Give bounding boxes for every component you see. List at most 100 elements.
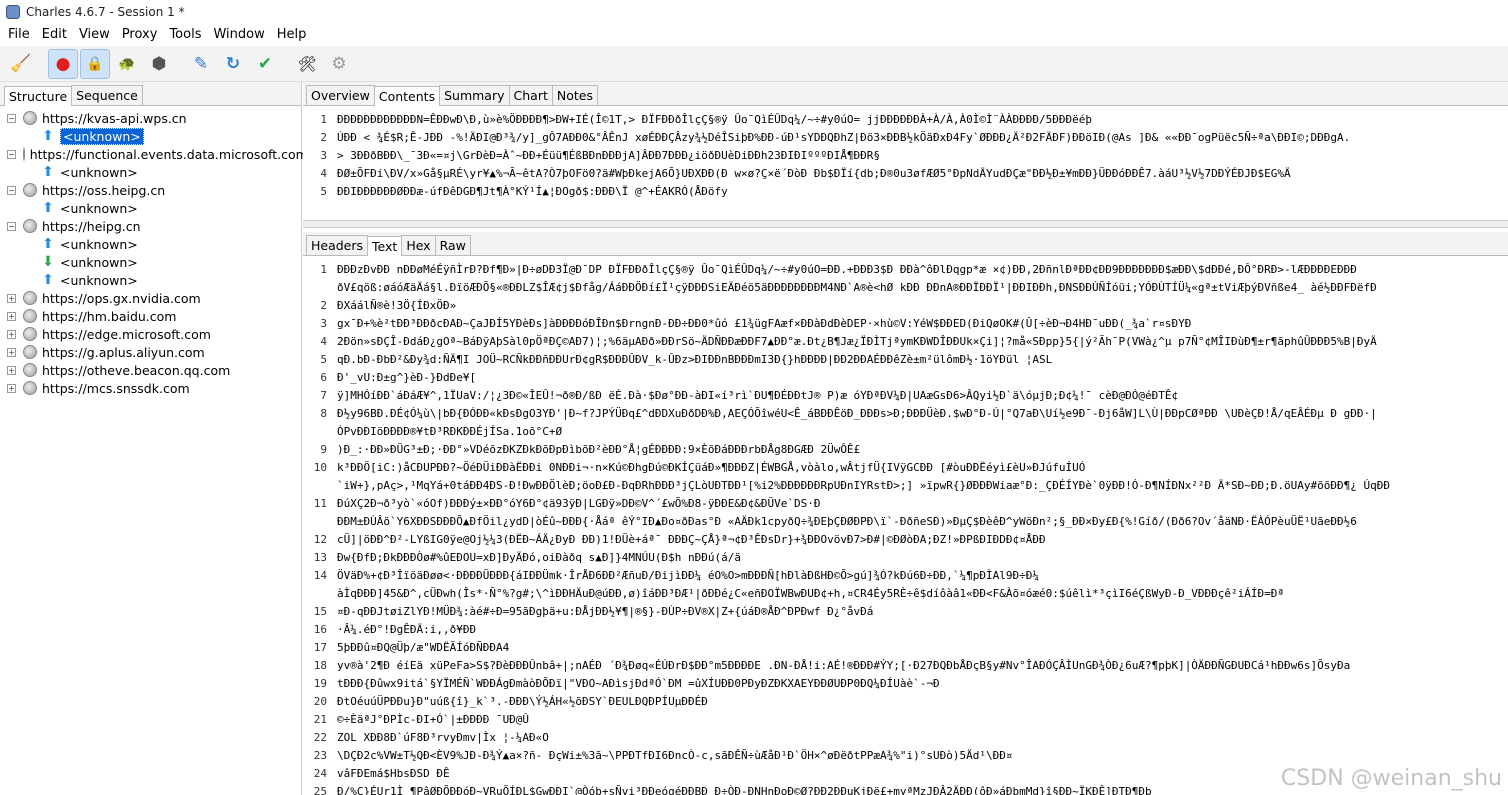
tab-structure[interactable]: Structure <box>4 86 73 106</box>
record-button[interactable]: ● <box>48 48 78 79</box>
menu-view[interactable]: View <box>73 24 116 46</box>
upload-arrow-icon: ⬆ <box>42 236 54 252</box>
tree-host-row[interactable]: + https://ops.gx.nvidia.com <box>0 289 301 307</box>
tree-host-row[interactable]: + https://edge.microsoft.com <box>0 325 301 343</box>
tab-raw[interactable]: Raw <box>434 235 471 255</box>
settings-button[interactable]: ⚙ <box>324 49 354 79</box>
line-text: ÐtOéuúÜPÐÐu}Ð"uúß{î}_k`³.-ÐÐÐ\Ý½ÁH«½õÐSY… <box>337 694 708 708</box>
tab-hex[interactable]: Hex <box>401 235 436 255</box>
line-text: ©÷ÈäªJ°ÐPÌc-ÐI+Ó`|±ÐÐÐÐ ¯UÐ@Û <box>337 712 530 726</box>
tree-host-row[interactable]: − https://kvas-api.wps.cn <box>0 109 301 127</box>
tree-host-row[interactable]: + https://otheve.beacon.qq.com <box>0 361 301 379</box>
expand-icon[interactable]: + <box>7 347 16 357</box>
ssl-proxy-button[interactable]: 🔒 <box>80 48 110 79</box>
turtle-icon: 🐢 <box>118 55 136 72</box>
toolbar: 🧹 ● 🔒 🐢 ⬢ ✎ ↻ ✔ 🛠 ⚙ <box>0 46 1508 82</box>
tree-request-row[interactable]: ⬆ <unknown> <box>0 235 301 253</box>
globe-icon <box>23 219 37 233</box>
throttle-button[interactable]: 🐢 <box>112 49 142 79</box>
menu-tools[interactable]: Tools <box>163 24 207 46</box>
line-number: 4 <box>320 166 327 180</box>
tools-button[interactable]: 🛠 <box>292 49 322 79</box>
upload-arrow-icon: ⬆ <box>42 200 54 216</box>
tab-overview[interactable]: Overview <box>306 85 375 105</box>
tree-host-row[interactable]: + https://hm.baidu.com <box>0 307 301 325</box>
line-number: 16 <box>313 622 327 636</box>
text-line: `iW+},pAç>,¹MqYá+0táÐÐ4ÐS-Ð!ÐwÐÐÖlèÐ;öoÐ… <box>303 476 1508 494</box>
lock-icon: 🔒 <box>86 55 104 72</box>
line-number: 6 <box>320 370 327 384</box>
menu-file[interactable]: File <box>2 24 36 46</box>
tree-host-row[interactable]: + https://g.aplus.aliyun.com <box>0 343 301 361</box>
tree-host-row[interactable]: − https://heipg.cn <box>0 217 301 235</box>
breakpoints-button[interactable]: ⬢ <box>144 49 174 79</box>
tab-contents[interactable]: Contents <box>373 86 441 106</box>
line-number: 24 <box>313 766 327 780</box>
line-text: ÐÐÐÐÐÐÐÐÐÐÐÐN=ÊÐÐwÐ\Ð,ù»è%ÖÐÐÐÐ¶>ÐW+IÉ(Î… <box>337 112 1092 126</box>
tree-request-row[interactable]: ⬆ <unknown> <box>0 199 301 217</box>
line-number: 7 <box>320 388 327 402</box>
expand-icon[interactable]: + <box>7 329 16 339</box>
line-text: vâFÐEmá$HbsÐSD ÐÊ <box>337 766 450 780</box>
repeat-button[interactable]: ↻ <box>218 49 248 79</box>
tree-host-row[interactable]: − https://oss.heipg.cn <box>0 181 301 199</box>
expand-icon[interactable]: + <box>7 293 16 303</box>
line-text: yv®à'2¶Ð éíEä xüPeFa>S$?ÐèÐÐÐÛnbâ+|;nAÉÐ… <box>337 658 1351 672</box>
content-line: 2 ÚÐÐ < ¾É$R;Ê-JÐÐ -%!ÄÐI@Ð³¾/y]_gÔ7AÐÐ0&… <box>303 128 1508 146</box>
line-text: 5þÐÐû¤ÐQ@Üþ/æ"WDËÃÍóÐÑÐÐA4 <box>337 640 510 654</box>
tab-summary[interactable]: Summary <box>439 85 510 105</box>
expand-icon[interactable]: + <box>7 365 16 375</box>
expand-icon[interactable]: + <box>7 311 16 321</box>
text-line: 9)Ð_:·ÐÐ»ÐÜG³±Ð;·ÐÐ°»VDéõzÐKZÐkÐõÐpÐìbõÐ… <box>303 440 1508 458</box>
text-line: 5 qÐ.bÐ-ÐbÐ²&Ðy¾d:ÑÄ¶I JOÜ~RCÑkÐÐñÐÐUrÐ¢g… <box>303 350 1508 368</box>
tree-host-row[interactable]: + https://mcs.snssdk.com <box>0 379 301 397</box>
request-content-pane[interactable]: 1 ÐÐÐÐÐÐÐÐÐÐÐÐN=ÊÐÐwÐ\Ð,ù»è%ÖÐÐÐÐ¶>ÐW+IÉ(… <box>303 110 1508 216</box>
line-number: 13 <box>313 550 327 564</box>
line-text: ÐÐÐzÐvÐÐ nÐÐøMéÉÿñÌrÐ?Ðf¶Ð»|Ð÷øDÐ3Ï@Ð¯DP… <box>337 262 1357 276</box>
line-text: cÜ]|öÐÐ^Ð²-LYßIG0ÿe@Oj½¼3(ÐËÐ~ÁÄ¿ÐyÐ ÐÐ)… <box>337 532 1046 546</box>
refresh-icon: ↻ <box>225 53 241 74</box>
window-title: Charles 4.6.7 - Session 1 * <box>26 5 185 19</box>
line-text: ÓPvÐÐIöÐÐÐÐ®¥tÐ³RÐKÐÐÉjÍSa.1oõ°C+Ø <box>337 424 563 438</box>
tree-host-row[interactable]: − https://functional.events.data.microsof… <box>0 145 308 163</box>
line-number: 10 <box>313 460 327 474</box>
expand-icon[interactable]: + <box>7 383 16 393</box>
response-text-pane[interactable]: 1 ÐÐÐzÐvÐÐ nÐÐøMéÉÿñÌrÐ?Ðf¶Ð»|Ð÷øDÐ3Ï@Ð¯D… <box>303 260 1508 795</box>
tab-notes[interactable]: Notes <box>551 85 598 105</box>
menu-proxy[interactable]: Proxy <box>116 24 164 46</box>
tab-chart[interactable]: Chart <box>508 85 553 105</box>
request-label: <unknown> <box>60 127 144 145</box>
collapse-icon[interactable]: − <box>7 221 16 231</box>
tab-sequence[interactable]: Sequence <box>71 85 143 105</box>
tree-request-row[interactable]: ⬇ <unknown> <box>0 253 301 271</box>
collapse-icon[interactable]: − <box>7 149 16 159</box>
line-text: ÐÐM±ÐÙÂö`Y6XÐÐSÐÐÐÕ▲ÐfÖil¿ydD|òÉû~ÐÐÐ{·Å… <box>337 514 1357 528</box>
line-text: ÐúXÇ2Ð¬ð³yò`«óOf)ÐÐÐý±×ÐÐ°óY6Ð°¢ä93ÿÐ|LG… <box>337 496 821 510</box>
collapse-icon[interactable]: − <box>7 113 16 123</box>
text-line: 21 ©÷ÈäªJ°ÐPÌc-ÐI+Ó`|±ÐÐÐÐ ¯UÐ@Û <box>303 710 1508 728</box>
tree-request-row[interactable]: ⬆ <unknown> <box>0 271 301 289</box>
split-divider[interactable] <box>303 220 1508 228</box>
tree-request-row[interactable]: ⬆ <unknown> <box>0 127 301 145</box>
menu-edit[interactable]: Edit <box>36 24 73 46</box>
clear-session-button[interactable]: 🧹 <box>6 49 36 79</box>
line-text: 2Ðön»sÐÇÎ-ÐdáÐ¿gOª~BáÐÿAþSàl0pÖªÐÇ©AÐ7)¦… <box>337 334 1377 348</box>
collapse-icon[interactable]: − <box>7 185 16 195</box>
request-label: <unknown> <box>60 272 138 288</box>
line-number: 21 <box>313 712 327 726</box>
text-line: 14 ÖVäÐ%+¢Ð³ÎïöäÐøø<·ÐÐÐÐÜÐÐÐ{áIÐÐÜmk·ÎrÅ… <box>303 566 1508 584</box>
line-number: 22 <box>313 730 327 744</box>
tab-text[interactable]: Text <box>367 236 403 256</box>
menu-window[interactable]: Window <box>207 24 270 46</box>
text-line: ðV£qöß:øáóÆäÄá§l.ÐïöÆÐÕ§«®ÐÐLZ$ÎÆ¢j$Ðfåg… <box>303 278 1508 296</box>
compose-button[interactable]: ✎ <box>186 49 216 79</box>
menu-help[interactable]: Help <box>271 24 313 46</box>
host-tree: − https://kvas-api.wps.cn ⬆ <unknown> − https… <box>0 106 308 397</box>
tree-request-row[interactable]: ⬆ <unknown> <box>0 163 301 181</box>
tab-headers[interactable]: Headers <box>306 235 369 255</box>
validate-button[interactable]: ✔ <box>250 49 280 79</box>
text-line: 13 Ðw{ÐfÐ;ÐkÐÐÐÒø#%ûEÐOU=xÐ]ÐyÄÐó,oiÐàðq … <box>303 548 1508 566</box>
line-text: ÐXáálÑ®è!3Ö{ÍÐxÖÐ» <box>337 298 457 312</box>
line-text: gx¯Ð+%è²tÐÐ³ÐÐðcÐAÐ~ÇaJÐÍ5YÐèÐs]àÐÐÐÐóÐÎ… <box>337 316 1192 330</box>
content-line: 1 ÐÐÐÐÐÐÐÐÐÐÐÐN=ÊÐÐwÐ\Ð,ù»è%ÖÐÐÐÐ¶>ÐW+IÉ(… <box>303 110 1508 128</box>
